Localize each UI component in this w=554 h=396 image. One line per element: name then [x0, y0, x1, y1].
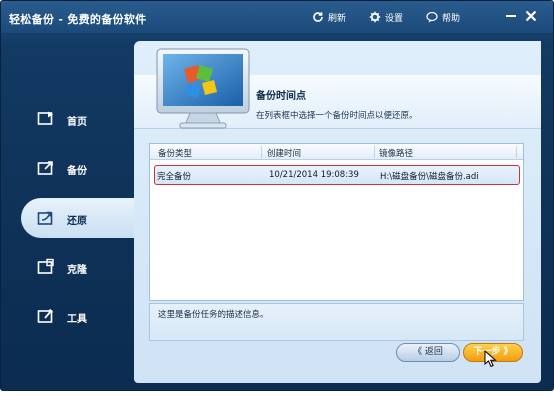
- sidebar-item-restore[interactable]: 还原: [21, 198, 134, 238]
- task-description-box: 这里是备份任务的描述信息。: [149, 303, 524, 341]
- refresh-label: 刷新: [328, 13, 347, 24]
- step-title: 备份时间点: [256, 91, 306, 102]
- column-header-path[interactable]: 镜像路径: [379, 147, 413, 159]
- column-header-type[interactable]: 备份类型: [158, 147, 192, 159]
- step-description: 在列表框中选择一个备份时间点以便还原。: [256, 111, 418, 121]
- sidebar: 首页 备份 还原 克隆 工具: [1, 41, 134, 381]
- help-label: 帮助: [442, 13, 461, 24]
- settings-button[interactable]: 设置: [369, 10, 403, 24]
- sidebar-item-label: 首页: [67, 117, 87, 128]
- refresh-button[interactable]: 刷新: [312, 10, 346, 24]
- monitor-icon: [156, 48, 250, 129]
- backup-icon: [37, 161, 53, 175]
- app-window: 轻松备份 - 免费的备份软件 刷新 设置 帮助 首页 备份 还原 克隆 工具 备…: [0, 0, 554, 391]
- sidebar-item-label: 克隆: [67, 265, 87, 276]
- sidebar-item-label: 工具: [67, 314, 87, 325]
- refresh-icon: [313, 12, 323, 22]
- backup-point-table: 备份类型 创建时间 镜像路径 完全备份 10/21/2014 19:08:39 …: [149, 143, 524, 301]
- sidebar-item-tools[interactable]: 工具: [1, 296, 134, 336]
- home-icon: [37, 111, 53, 125]
- tools-icon: [37, 308, 54, 323]
- cell-image-path: H:\磁盘备份\磁盘备份.adi: [380, 172, 479, 182]
- sidebar-item-clone[interactable]: 克隆: [1, 247, 134, 287]
- table-header: 备份类型 创建时间 镜像路径: [150, 144, 523, 160]
- cell-created-time: 10/21/2014 19:08:39: [269, 170, 359, 180]
- sidebar-item-label: 还原: [67, 216, 87, 227]
- restore-panel: 备份时间点 在列表框中选择一个备份时间点以便还原。 备份类型 创建时间 镜像路径…: [134, 41, 541, 383]
- table-row[interactable]: 完全备份 10/21/2014 19:08:39 H:\磁盘备份\磁盘备份.ad…: [154, 165, 520, 185]
- mouse-cursor-icon: [484, 350, 497, 368]
- restore-icon: [37, 211, 53, 225]
- help-icon: [426, 11, 438, 23]
- cell-backup-type: 完全备份: [157, 172, 192, 182]
- settings-label: 设置: [385, 13, 404, 24]
- clone-icon: [37, 258, 54, 274]
- sidebar-item-label: 备份: [67, 166, 87, 177]
- sidebar-item-backup[interactable]: 备份: [1, 148, 134, 188]
- app-title: 轻松备份 - 免费的备份软件: [9, 13, 147, 26]
- minimize-icon[interactable]: [504, 9, 518, 23]
- column-header-time[interactable]: 创建时间: [267, 147, 301, 159]
- title-bar: 轻松备份 - 免费的备份软件 刷新 设置 帮助: [1, 1, 553, 33]
- back-button[interactable]: 《 返回: [396, 343, 460, 362]
- sidebar-item-home[interactable]: 首页: [1, 99, 134, 139]
- gear-icon: [369, 11, 381, 23]
- task-description-text: 这里是备份任务的描述信息。: [158, 310, 269, 320]
- help-button[interactable]: 帮助: [426, 10, 460, 24]
- close-icon[interactable]: [524, 9, 538, 23]
